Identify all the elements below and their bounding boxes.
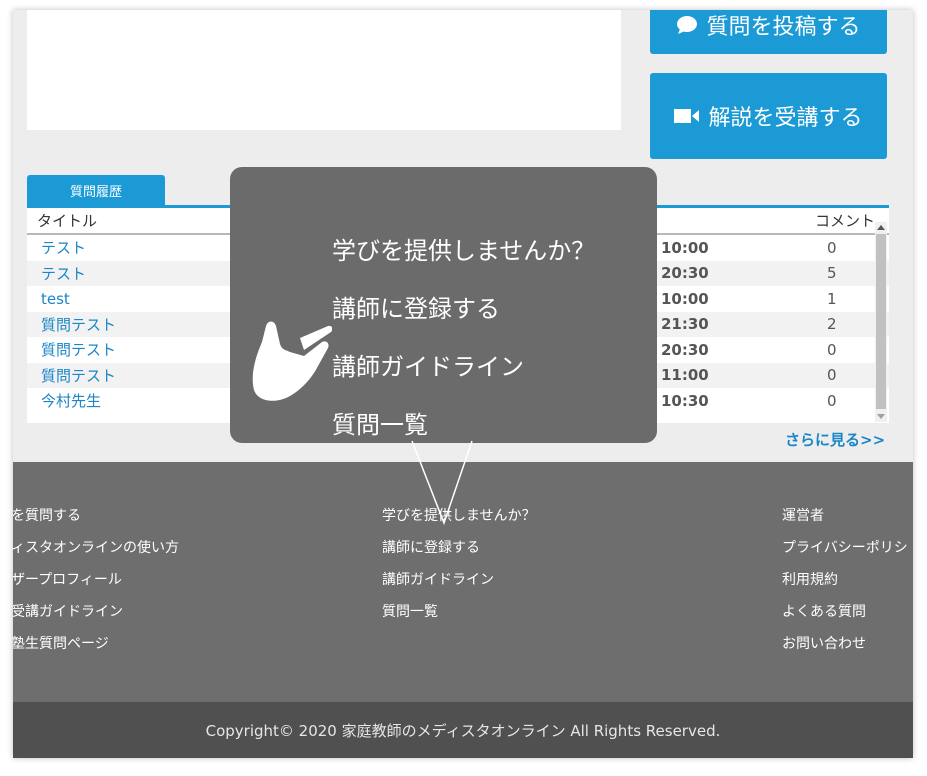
see-more-link[interactable]: さらに見る>> [785,429,885,450]
row-title-link[interactable]: テスト [41,237,86,258]
row-comment-count: 0 [827,391,837,410]
footer-link[interactable]: 運営者 [782,505,908,537]
scroll-up-arrow-icon[interactable] [877,225,885,230]
tooltip-item: 学びを提供しませんか？ [332,237,596,265]
row-title-link[interactable]: test [41,290,70,308]
footer-link[interactable]: 利用規約 [782,569,908,601]
row-comment-count: 0 [827,238,837,257]
column-title-header: タイトル [37,212,98,230]
scroll-down-arrow-icon[interactable] [877,414,885,419]
row-title-link[interactable]: 質問テスト [41,339,116,360]
content-panel [27,10,621,130]
footer-column-user: を質問する ィスタオンラインの使い方 ザープロフィール 受講ガイドライン 塾生質… [13,505,179,665]
column-comment-header: コメント [815,212,876,230]
pointing-hand-icon [246,312,333,408]
footer-link[interactable]: 学びを提供しませんか？ [382,505,536,537]
footer-link[interactable]: 質問一覧 [382,601,536,633]
row-title-link[interactable]: 今村先生 [41,390,101,411]
row-comment-count: 2 [827,315,837,334]
row-time: 11:00 [661,366,709,385]
tab-question-history[interactable]: 質問履歴 [27,175,165,205]
footer-link[interactable]: 講師ガイドライン [382,569,536,601]
footer-link[interactable]: 講師に登録する [382,537,536,569]
footer-link[interactable]: 塾生質問ページ [13,633,179,665]
row-comment-count: 0 [827,366,837,385]
footer-column-info: 運営者 プライバシーポリシ 利用規約 よくある質問 お問い合わせ [782,505,908,665]
tooltip-item: 講師ガイドライン [332,353,524,381]
tooltip-item: 質問一覧 [332,411,428,439]
table-scrollbar[interactable] [875,222,887,422]
tab-label: 質問履歴 [69,184,122,200]
footer-link[interactable]: を質問する [13,505,179,537]
footer-link[interactable]: 受講ガイドライン [13,601,179,633]
row-time: 20:30 [661,340,709,359]
footer-column-teacher: 学びを提供しませんか？ 講師に登録する 講師ガイドライン 質問一覧 [382,505,536,633]
copyright-bar: Copyright© 2020 家庭教師のメディスタオンライン All Righ… [13,702,913,758]
take-lecture-button[interactable]: 解説を受講する [650,73,887,159]
footer-link[interactable]: ザープロフィール [13,569,179,601]
take-lecture-label: 解説を受講する [708,106,863,131]
footer: を質問する ィスタオンラインの使い方 ザープロフィール 受講ガイドライン 塾生質… [13,462,913,702]
row-time: 10:00 [661,238,709,257]
row-time: 10:00 [661,289,709,308]
row-comment-count: 5 [827,264,837,283]
row-title-link[interactable]: テスト [41,263,86,284]
speech-bubble-icon [676,15,698,35]
row-title-link[interactable]: 質問テスト [41,365,116,386]
row-time: 20:30 [661,264,709,283]
ask-question-label: 質問を投稿する [706,15,861,40]
row-comment-count: 1 [827,289,837,308]
tooltip-item: 講師に登録する [332,295,500,323]
copyright-text: Copyright© 2020 家庭教師のメディスタオンライン All Righ… [205,721,721,740]
ask-question-button[interactable]: 質問を投稿する [650,10,887,54]
row-time: 21:30 [661,315,709,334]
video-camera-icon [674,108,700,124]
scrollbar-thumb[interactable] [876,234,886,409]
row-title-link[interactable]: 質問テスト [41,314,116,335]
footer-link[interactable]: プライバシーポリシ [782,537,908,569]
row-comment-count: 0 [827,340,837,359]
row-time: 10:30 [661,391,709,410]
footer-link[interactable]: ィスタオンラインの使い方 [13,537,179,569]
footer-link[interactable]: よくある質問 [782,601,908,633]
footer-link[interactable]: お問い合わせ [782,633,908,665]
